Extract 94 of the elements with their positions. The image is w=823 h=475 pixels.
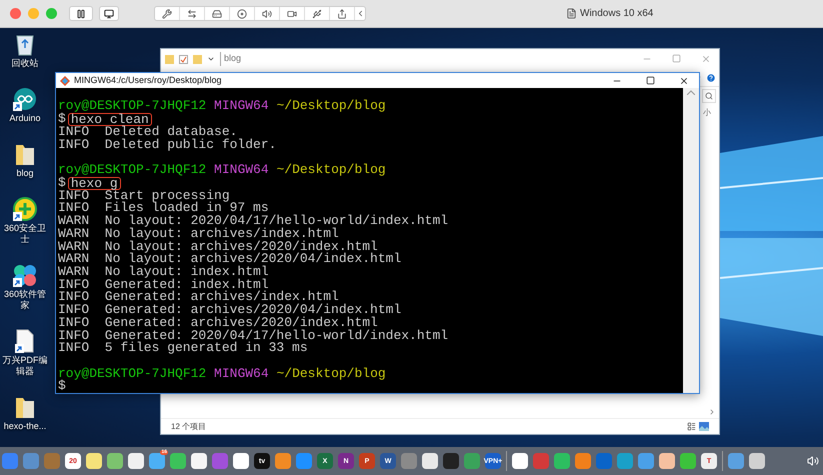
prompt-symbol: $: [58, 176, 66, 190]
desktop-icon-label[interactable]: blog: [16, 168, 34, 179]
log-message: Generated: archives/2020/04/index.html: [104, 304, 402, 317]
desktop-icon-label[interactable]: 万兴PDF编辑器: [0, 355, 50, 377]
log-level: INFO: [58, 330, 90, 342]
maximize-icon[interactable]: [646, 76, 655, 85]
volume-icon[interactable]: [807, 455, 819, 467]
app-icon[interactable]: [86, 453, 102, 469]
log-message: No layout: index.html: [104, 266, 269, 279]
app-icon[interactable]: [107, 453, 123, 469]
log-message: No layout: archives/2020/04/index.html: [104, 253, 402, 266]
checkmark-icon: [179, 54, 188, 64]
log-message: Start processing: [104, 190, 230, 202]
details-view-icon[interactable]: [687, 422, 696, 431]
display-icon: [104, 8, 114, 18]
prompt-path: ~/Desktop/blog: [276, 98, 386, 114]
prompt-system: MINGW64: [214, 366, 269, 381]
prompt-symbol: $: [58, 380, 66, 393]
document-icon: [566, 8, 577, 19]
command-text: hexo clean: [68, 112, 152, 126]
desktop-icon-label[interactable]: 回收站: [12, 58, 38, 69]
help-icon[interactable]: [706, 72, 716, 82]
app-icon[interactable]: [128, 453, 144, 469]
log-level: INFO: [58, 190, 90, 202]
desktop-icon-label[interactable]: hexo-the...: [4, 421, 46, 432]
window-title: MINGW64:/c/Users/roy/Desktop/blog: [74, 74, 222, 87]
log-message: No layout: 2020/04/17/hello-world/index.html: [104, 215, 448, 228]
folder-icon: [193, 54, 202, 64]
prompt-path: ~/Desktop/blog: [276, 366, 386, 381]
log-level: WARN: [58, 228, 90, 241]
log-level: INFO: [58, 316, 90, 330]
column-heading[interactable]: 小: [703, 107, 711, 408]
scrollbar[interactable]: [683, 88, 699, 393]
desktop-icon-label[interactable]: 360安全卫士: [0, 223, 50, 245]
log-message: 5 files generated in 33 ms: [104, 342, 308, 355]
log-message: Deleted database.: [104, 126, 238, 139]
scroll-right-icon[interactable]: [708, 408, 716, 416]
pause-icon: [76, 8, 86, 18]
log-message: No layout: archives/index.html: [104, 228, 339, 241]
app-icon[interactable]: [659, 453, 675, 469]
folder-icon: [14, 142, 36, 166]
display-button[interactable]: [99, 6, 119, 21]
app-icon[interactable]: [680, 453, 696, 469]
app-icon[interactable]: [443, 453, 459, 469]
status-text: 12 个项目: [171, 420, 206, 432]
caret-icon[interactable]: [207, 55, 215, 63]
window-title: Windows 10 x64: [580, 7, 654, 21]
app-icon[interactable]: [422, 453, 438, 469]
folder-icon: [165, 54, 174, 64]
app-icon[interactable]: [233, 453, 249, 469]
prompt-user: roy@DESKTOP-7JHQF12: [58, 98, 206, 114]
prompt-user: roy@DESKTOP-7JHQF12: [58, 366, 206, 381]
log-level: WARN: [58, 253, 90, 266]
diamond-logo-icon: [60, 76, 70, 86]
prompt-system: MINGW64: [214, 162, 269, 178]
log-level: INFO: [58, 291, 90, 304]
log-level: INFO: [58, 342, 90, 355]
log-level: INFO: [58, 126, 90, 139]
log-message: Generated: 2020/04/17/hello-world/index.html: [104, 330, 448, 342]
app-icon[interactable]: [275, 453, 291, 469]
app-icon[interactable]: [170, 453, 186, 469]
log-level: INFO: [58, 138, 90, 152]
app-icon[interactable]: [554, 453, 570, 469]
log-message: Files loaded in 97 ms: [104, 202, 269, 216]
log-message: Deleted public folder.: [104, 138, 276, 152]
log-level: WARN: [58, 266, 90, 279]
app-icon[interactable]: [191, 453, 207, 469]
search-icon: [705, 92, 713, 100]
prompt-user: roy@DESKTOP-7JHQF12: [58, 162, 206, 178]
log-message: Generated: archives/index.html: [104, 291, 339, 304]
command-text: hexo g: [68, 176, 121, 190]
window-title: blog: [220, 52, 242, 66]
pause-button[interactable]: [69, 6, 93, 21]
prompt-path: ~/Desktop/blog: [276, 162, 386, 178]
scroll-up-icon[interactable]: [687, 90, 695, 96]
app-icon[interactable]: [749, 453, 765, 469]
folder-icon: [14, 395, 36, 419]
thumbnail-view-icon[interactable]: [699, 422, 709, 431]
log-level: INFO: [58, 278, 90, 292]
prompt-system: MINGW64: [214, 98, 269, 114]
log-message: Generated: archives/2020/index.html: [104, 316, 378, 330]
desktop-icon-label[interactable]: Arduino: [9, 113, 41, 124]
log-level: WARN: [58, 215, 90, 228]
log-level: WARN: [58, 240, 90, 254]
desktop-icon-label[interactable]: 360软件管家: [0, 289, 50, 311]
search-field[interactable]: [702, 89, 716, 103]
prompt-symbol: $: [58, 113, 66, 126]
log-level: INFO: [58, 202, 90, 216]
app-icon[interactable]: [512, 453, 528, 469]
log-message: No layout: archives/2020/index.html: [104, 240, 378, 254]
close-button[interactable]: [10, 8, 21, 19]
log-message: Generated: index.html: [104, 278, 269, 292]
log-level: INFO: [58, 304, 90, 317]
close-icon[interactable]: [679, 76, 689, 86]
